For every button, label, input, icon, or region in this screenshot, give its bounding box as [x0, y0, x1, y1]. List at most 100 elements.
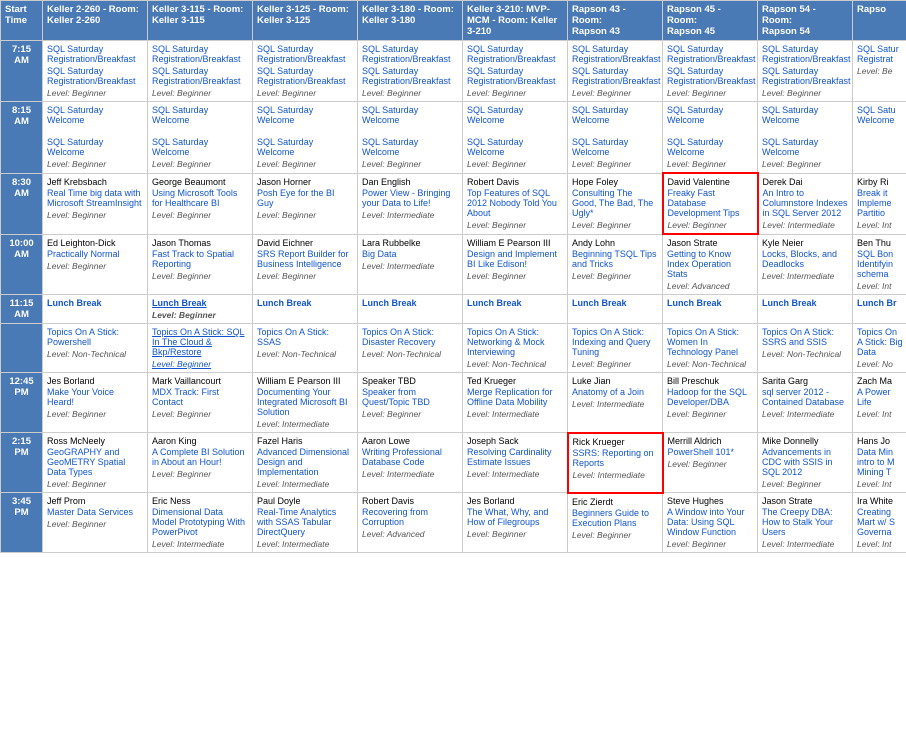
session-title-fast-track[interactable]: Fast Track to Spatial Reporting [152, 249, 248, 269]
session-title-complete-bi[interactable]: A Complete BI Solution in About an Hour! [152, 447, 248, 467]
session-title-documenting[interactable]: Documenting Your Integrated Microsoft BI… [257, 387, 353, 417]
session-title-ssas-tabular[interactable]: Real-Time Analytics with SSAS Tabular Di… [257, 507, 353, 537]
session-title-datamin[interactable]: Data Min intro to M Mining T [857, 447, 903, 477]
session-title-topics-ssrs-ssis[interactable]: Topics On A Stick: SSRS and SSIS [762, 327, 848, 347]
presenter-jasonhorner: Jason Horner [257, 177, 353, 187]
session-level: Level: Beginner [257, 210, 353, 220]
session-title-posh-eye[interactable]: Posh Eye for the BI Guy [257, 188, 353, 208]
session-title-topics-cloud[interactable]: Topics On A Stick: SQL In The Cloud & Bk… [152, 327, 248, 357]
session-title-ms-healthcare[interactable]: Using Microsoft Tools for Healthcare BI [152, 188, 248, 208]
session-title-freaky-fast[interactable]: Freaky Fast Database Development Tips [668, 188, 753, 218]
cell-1245-keller125: William E Pearson III Documenting Your I… [253, 373, 358, 433]
header-keller115: Keller 3-115 - Room:Keller 3-115 [148, 1, 253, 41]
session-title-contained-db[interactable]: sql server 2012 - Contained Database [762, 387, 848, 407]
session-title-topics-networking[interactable]: Topics On A Stick: Networking & Mock Int… [467, 327, 563, 357]
session-title-lunch[interactable]: Lunch Break [667, 298, 753, 308]
session-title-adv-dimensional[interactable]: Advanced Dimensional Design and Implemen… [257, 447, 353, 477]
session-level: Level: Intermediate [762, 539, 848, 549]
session-title-merge-replication[interactable]: Merge Replication for Offline Data Mobil… [467, 387, 563, 407]
presenter-rickkrueger: Rick Krueger [573, 437, 658, 447]
row-215pm: 2:15PM Ross McNeely GeoGRAPHY and GeoMET… [1, 433, 906, 493]
session-title-apower[interactable]: A Power Life [857, 387, 903, 407]
session-title-index-stats[interactable]: Getting to Know Index Operation Stats [667, 249, 753, 279]
row-815am: 8:15AM SQL Saturday Welcome SQL Saturday… [1, 102, 906, 174]
session-title-lunch[interactable]: Lunch Break [257, 298, 353, 308]
session-title-srs-report[interactable]: SRS Report Builder for Business Intellig… [257, 249, 353, 269]
session-title-bigdata[interactable]: Big Data [362, 249, 458, 259]
cell-815-keller180: SQL Saturday Welcome SQL Saturday Welcom… [358, 102, 463, 174]
session-title-topics-indexing[interactable]: Topics On A Stick: Indexing and Query Tu… [572, 327, 658, 357]
session-title-topics-women[interactable]: Topics On A Stick: Women In Technology P… [667, 327, 753, 357]
session-title-lunch[interactable]: Lunch Br [857, 298, 903, 308]
session-title2: SQL Saturday Welcome [572, 137, 658, 157]
session-title-creating[interactable]: Creating Mart w/ S Governa [857, 507, 903, 537]
session-title-cardinality[interactable]: Resolving Cardinality Estimate Issues [467, 447, 563, 467]
session-title2: SQL Saturday Welcome [257, 137, 353, 157]
session-title-filegroups[interactable]: The What, Why, and How of Filegroups [467, 507, 563, 527]
session-title-recovering[interactable]: Recovering from Corruption [362, 507, 458, 527]
session-level: Level: Be [857, 66, 903, 76]
cell-830-keller260: Jeff Krebsbach Real Time big data with M… [43, 173, 148, 234]
cell-345-rapson54: Jason Strate The Creepy DBA: How to Stal… [758, 493, 853, 553]
presenter-kirby: Kirby Ri [857, 177, 903, 187]
session-title-lunch-link[interactable]: Lunch Break [152, 298, 248, 308]
session-title-topics-powershell[interactable]: Topics On A Stick: Powershell [47, 327, 143, 347]
presenter-merrillaldrich: Merrill Aldrich [668, 436, 754, 446]
session-title-anatomy-join[interactable]: Anatomy of a Join [572, 387, 658, 397]
session-title-practically[interactable]: Practically Normal [47, 249, 143, 259]
session-title-ssrs-reports[interactable]: SSRS: Reporting on Reports [573, 448, 658, 468]
cell-1115-lunch-keller115: Lunch Break Level: Beginner [148, 295, 253, 324]
session-title-power-view[interactable]: Power View - Bringing your Data to Life! [362, 188, 458, 208]
session-title-lunch[interactable]: Lunch Break [572, 298, 658, 308]
session-title-powershell101[interactable]: PowerShell 101* [668, 447, 754, 457]
session-title-real-time[interactable]: Real Time big data with Microsoft Stream… [47, 188, 143, 208]
session-title-tsql-tips[interactable]: Beginning TSQL Tips and Tricks [572, 249, 658, 269]
cell-1115-topics-rapson45: Topics On A Stick: Women In Technology P… [663, 324, 758, 373]
session-title-topics-bigdata[interactable]: Topics On A Stick: Big Data [857, 327, 903, 357]
session-title-columnstore[interactable]: An Intro to Columnstore Indexes in SQL S… [763, 188, 849, 218]
presenter-markvaillancourt: Mark Vaillancourt [152, 376, 248, 386]
session-title-speaker-tbd[interactable]: Speaker from Quest/Topic TBD [362, 387, 458, 407]
session-title-execution-plans[interactable]: Beginners Guide to Execution Plans [572, 508, 658, 528]
session-title-hadoop[interactable]: Hadoop for the SQL Developer/DBA [667, 387, 753, 407]
session-title-window-function[interactable]: A Window into Your Data: Using SQL Windo… [667, 507, 753, 537]
session-title-lunch[interactable]: Lunch Break [467, 298, 563, 308]
session-title-db-code[interactable]: Writing Professional Database Code [362, 447, 458, 467]
cell-715-keller115: SQL Saturday Registration/Breakfast SQL … [148, 41, 253, 102]
session-title-bi-edison[interactable]: Design and Implement BI Like Edison! [467, 249, 563, 269]
session-title-sql2012[interactable]: Top Features of SQL 2012 Nobody Told You… [467, 188, 563, 218]
presenter-aaronking: Aaron King [152, 436, 248, 446]
session-title-lunch[interactable]: Lunch Break [762, 298, 848, 308]
session-title-sqlbon[interactable]: SQL Bon Identifyin schema [857, 249, 903, 279]
session-title-creepy-dba[interactable]: The Creepy DBA: How to Stalk Your Users [762, 507, 848, 537]
presenter-lararubbelke: Lara Rubbelke [362, 238, 458, 248]
cell-345-keller115: Eric Ness Dimensional Data Model Prototy… [148, 493, 253, 553]
session-title-lunch[interactable]: Lunch Break [47, 298, 143, 308]
session-level: Level: Beginner [572, 271, 658, 281]
cell-715-rapson54: SQL Saturday Registration/Breakfast SQL … [758, 41, 853, 102]
cell-1245-keller115: Mark Vaillancourt MDX Track: First Conta… [148, 373, 253, 433]
session-title-break[interactable]: Break it Impleme Partitio [857, 188, 903, 218]
cell-1115-lunch-rapson45: Lunch Break [663, 295, 758, 324]
session-title2: SQL Saturday Registration/Breakfast [47, 66, 143, 86]
session-title-lunch[interactable]: Lunch Break [362, 298, 458, 308]
session-title-locks[interactable]: Locks, Blocks, and Deadlocks [762, 249, 848, 269]
presenter-tedkrueger: Ted Krueger [467, 376, 563, 386]
session-level: Level: Beginner [47, 88, 143, 98]
session-level: Level: Beginner [47, 409, 143, 419]
session-title-dimensional-model[interactable]: Dimensional Data Model Prototyping With … [152, 507, 248, 537]
session-level: Level: Beginner [667, 409, 753, 419]
session-title-topics-ssas[interactable]: Topics On A Stick: SSAS [257, 327, 353, 347]
presenter-fazelharis: Fazel Haris [257, 436, 353, 446]
session-title-geography[interactable]: GeoGRAPHY and GeoMETRY Spatial Data Type… [47, 447, 143, 477]
session-title-mds[interactable]: Master Data Services [47, 507, 143, 517]
session-level: Level: Advanced [667, 281, 753, 291]
session-level: Level: Int [857, 479, 903, 489]
session-title-consulting[interactable]: Consulting The Good, The Bad, The Ugly* [572, 188, 658, 218]
level-link[interactable]: Level: Beginner [152, 359, 211, 369]
session-title-voice[interactable]: Make Your Voice Heard! [47, 387, 143, 407]
cell-345-keller125: Paul Doyle Real-Time Analytics with SSAS… [253, 493, 358, 553]
session-title-cdc-ssis[interactable]: Advancements in CDC with SSIS in SQL 201… [762, 447, 848, 477]
session-title-topics-dr[interactable]: Topics On A Stick: Disaster Recovery [362, 327, 458, 347]
session-title-mdx[interactable]: MDX Track: First Contact [152, 387, 248, 407]
